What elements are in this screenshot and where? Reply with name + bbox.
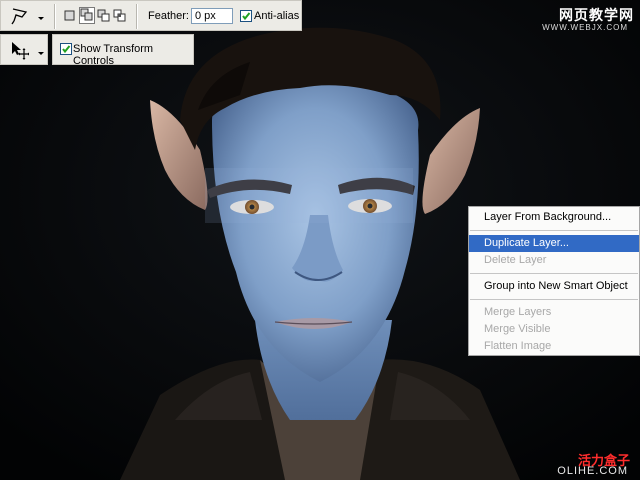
anti-alias-checkbox[interactable] bbox=[240, 10, 252, 22]
move-options-bar: Show Transform Controls bbox=[52, 34, 194, 67]
show-transform-controls-label: Show Transform Controls bbox=[73, 43, 154, 67]
menu-separator bbox=[470, 230, 638, 231]
subtract-from-selection-icon[interactable] bbox=[97, 9, 110, 22]
chevron-down-icon bbox=[31, 10, 45, 25]
menu-item-layer-from-background[interactable]: Layer From Background... bbox=[469, 209, 639, 226]
menu-item-merge-visible: Merge Visible bbox=[484, 323, 551, 335]
toolbar-separator bbox=[136, 4, 138, 29]
feather-input[interactable] bbox=[191, 8, 233, 24]
menu-item-group-smart-object[interactable]: Group into New Smart Object bbox=[469, 278, 639, 295]
checkmark-icon bbox=[62, 45, 71, 54]
menu-separator bbox=[470, 299, 638, 300]
watermark-bottom-url: OLIHE.COM bbox=[557, 465, 628, 477]
new-selection-icon[interactable] bbox=[63, 9, 76, 22]
lasso-tool-preset-button[interactable] bbox=[9, 6, 45, 29]
layer-context-menu: Layer From Background... Duplicate Layer… bbox=[468, 206, 640, 356]
show-transform-controls-checkbox[interactable] bbox=[60, 43, 72, 55]
lasso-options-bar: Feather: Anti-alias bbox=[0, 0, 302, 31]
checkmark-icon bbox=[242, 12, 251, 21]
menu-item-delete-layer: Delete Layer bbox=[484, 254, 547, 266]
move-tool-preset[interactable] bbox=[0, 34, 48, 65]
add-to-selection-icon[interactable] bbox=[79, 7, 95, 24]
polygonal-lasso-icon bbox=[9, 6, 31, 29]
menu-item-flatten-image: Flatten Image bbox=[484, 340, 552, 352]
toolbar-separator bbox=[54, 4, 56, 29]
feather-label: Feather: bbox=[148, 10, 189, 22]
move-tool-icon bbox=[9, 40, 30, 63]
intersect-selection-icon[interactable] bbox=[113, 9, 126, 22]
menu-item-duplicate-layer[interactable]: Duplicate Layer... bbox=[469, 235, 639, 252]
chevron-down-icon bbox=[37, 48, 45, 60]
anti-alias-label: Anti-alias bbox=[254, 10, 300, 22]
watermark-top-url: WWW.WEBJX.COM bbox=[542, 23, 628, 32]
menu-separator bbox=[470, 273, 638, 274]
watermark-top: 网页教学网 bbox=[559, 8, 634, 24]
menu-item-merge-layers: Merge Layers bbox=[484, 306, 552, 318]
